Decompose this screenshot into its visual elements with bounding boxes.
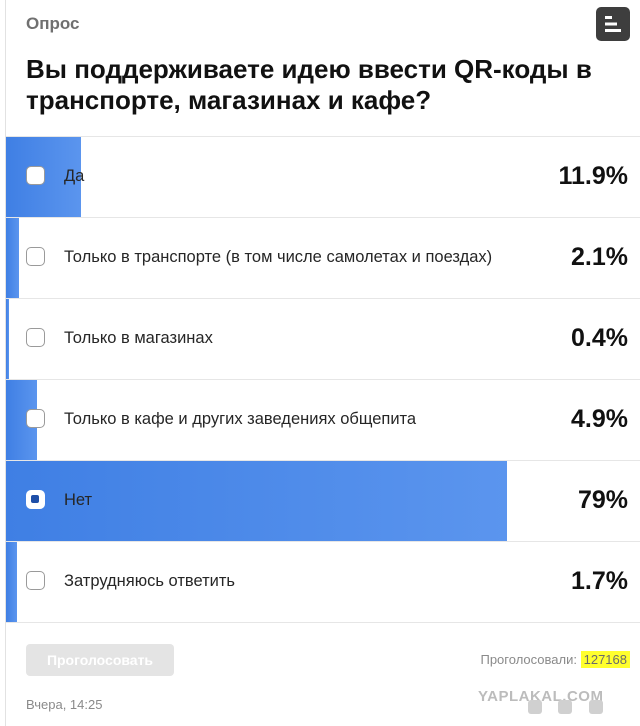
bottom-icons — [528, 700, 615, 718]
timestamp: Вчера, 14:25 — [26, 697, 103, 712]
poll-option[interactable]: Только в транспорте (в том числе самолет… — [6, 217, 640, 298]
result-bar — [6, 218, 19, 298]
option-percent: 11.9% — [558, 162, 628, 190]
option-percent: 2.1% — [571, 243, 628, 271]
poll-option[interactable]: Да 11.9% — [6, 136, 640, 217]
option-label: Нет — [64, 491, 93, 509]
poll-option[interactable]: Затрудняюсь ответить 1.7% — [6, 541, 640, 623]
result-bar — [6, 299, 9, 379]
poll-option[interactable]: Только в кафе и других заведениях общепи… — [6, 379, 640, 460]
vote-button[interactable]: Проголосовать — [26, 644, 174, 676]
option-percent: 1.7% — [571, 567, 628, 595]
option-label: Затрудняюсь ответить — [64, 572, 236, 590]
option-label: Только в магазинах — [64, 329, 213, 347]
option-checkbox[interactable] — [26, 409, 45, 428]
votes-label: Проголосовали: — [480, 652, 577, 667]
option-checkbox[interactable] — [26, 490, 45, 509]
option-checkbox[interactable] — [26, 571, 45, 590]
option-label: Да — [64, 167, 85, 185]
votes-count: 127168 — [580, 651, 630, 668]
poll-header: Опрос — [26, 14, 80, 33]
result-bar — [6, 542, 17, 622]
option-percent: 79% — [577, 486, 628, 514]
votes-total: Проголосовали: 127168 — [480, 651, 630, 668]
menu-bars-icon — [605, 16, 621, 32]
poll-question: Вы поддерживаете идею ввести QR-коды в т… — [26, 54, 592, 115]
option-checkbox[interactable] — [26, 247, 45, 266]
poll-options: Да 11.9% Только в транспорте (в том числ… — [6, 136, 640, 623]
close-icon[interactable] — [588, 700, 603, 714]
menu-button[interactable] — [596, 7, 630, 41]
option-percent: 4.9% — [571, 405, 628, 433]
option-label: Только в кафе и других заведениях общепи… — [64, 410, 417, 428]
share-icon[interactable] — [528, 700, 542, 714]
poll-option[interactable]: Только в магазинах 0.4% — [6, 298, 640, 379]
settings-icon[interactable] — [558, 700, 573, 714]
option-percent: 0.4% — [571, 324, 628, 352]
option-checkbox[interactable] — [26, 328, 45, 347]
poll-option[interactable]: Нет 79% — [6, 460, 640, 541]
option-label: Только в транспорте (в том числе самолет… — [64, 248, 493, 266]
option-checkbox[interactable] — [26, 166, 45, 185]
